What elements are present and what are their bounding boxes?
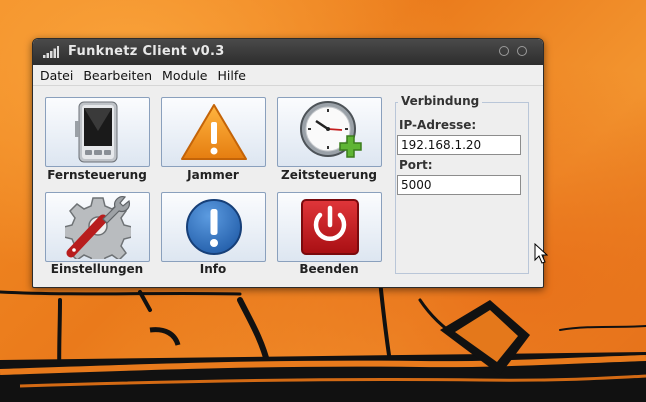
zeitsteuerung-label: Zeitsteuerung <box>281 168 377 182</box>
warning-triangle-icon <box>180 104 247 160</box>
clock-add-icon <box>299 101 362 158</box>
beenden-button[interactable] <box>277 192 382 262</box>
menu-datei[interactable]: Datei <box>35 68 78 83</box>
jammer-button[interactable] <box>161 97 266 167</box>
info-icon <box>185 199 242 255</box>
jammer-label: Jammer <box>187 168 239 182</box>
einstellungen-label: Einstellungen <box>50 262 144 276</box>
menu-bar: Datei Bearbeiten Module Hilfe <box>33 65 543 86</box>
mouse-cursor-icon <box>534 243 548 264</box>
info-button[interactable] <box>161 192 266 262</box>
minimize-button[interactable] <box>499 46 509 56</box>
fernsteuerung-label: Fernsteuerung <box>47 168 147 182</box>
beenden-label: Beenden <box>299 262 359 276</box>
title-bar[interactable]: Funknetz Client v0.3 <box>33 39 543 65</box>
main-content: Fernsteuerung Jammer Zeitsteuerung Einst… <box>33 86 543 286</box>
menu-hilfe[interactable]: Hilfe <box>213 68 251 83</box>
zeitsteuerung-button[interactable] <box>277 97 382 167</box>
port-label: Port: <box>399 158 433 172</box>
power-icon <box>300 199 359 255</box>
window-title: Funknetz Client v0.3 <box>68 44 225 59</box>
signal-bars-icon <box>43 46 59 58</box>
close-button[interactable] <box>517 46 527 56</box>
einstellungen-button[interactable] <box>45 192 150 262</box>
port-field[interactable] <box>397 175 521 195</box>
ip-address-label: IP-Adresse: <box>399 118 477 132</box>
info-label: Info <box>199 262 227 276</box>
connection-legend: Verbindung <box>398 94 483 108</box>
app-window: Funknetz Client v0.3 Datei Bearbeiten Mo… <box>32 38 544 288</box>
menu-bearbeiten[interactable]: Bearbeiten <box>78 68 157 83</box>
ip-address-field[interactable] <box>397 135 521 155</box>
fernsteuerung-button[interactable] <box>45 97 150 167</box>
menu-module[interactable]: Module <box>157 68 212 83</box>
pda-device-icon <box>74 101 117 163</box>
gear-wrench-icon <box>64 196 131 259</box>
